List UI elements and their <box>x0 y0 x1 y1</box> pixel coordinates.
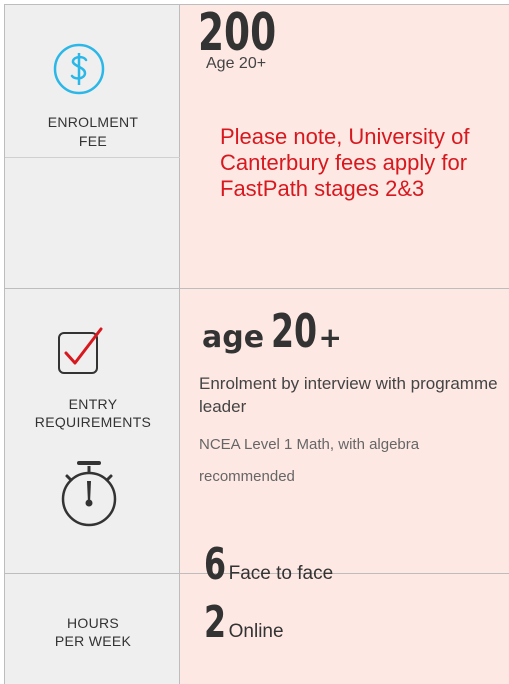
entry-age-word: age <box>202 320 265 355</box>
entry-age-plus: + <box>318 321 343 354</box>
entry-interview-text: Enrolment by interview with programme le… <box>199 374 498 416</box>
enrolment-fee-age: Age 20+ <box>206 55 267 72</box>
entry-ncea-line2: recommended <box>199 468 295 485</box>
enrolment-fee-label-line2: FEE <box>78 133 108 149</box>
entry-ncea-line1: NCEA Level 1 Math, with algebra <box>199 436 420 453</box>
dollar-circle-icon <box>53 43 105 95</box>
online-hours: 2 <box>204 597 227 648</box>
label-divider <box>5 157 181 158</box>
entry-requirements-label-cell: ENTRY REQUIREMENTS <box>4 289 180 573</box>
entry-requirements-label-line1: ENTRY <box>68 396 118 412</box>
entry-requirements-label-line2: REQUIREMENTS <box>34 414 152 430</box>
entry-requirements-value-cell: age 20+ Enrolment by interview with prog… <box>180 289 509 573</box>
enrolment-fee-value-cell: 200 Age 20+ Please note, University of C… <box>180 5 509 288</box>
enrolment-fee-label-cell: ENROLMENT FEE <box>4 5 181 288</box>
online-label: Online <box>228 621 284 642</box>
enrolment-fee-note: Please note, University of Canterbury fe… <box>220 124 470 201</box>
stopwatch-icon <box>61 461 117 527</box>
entry-requirements-row: ENTRY REQUIREMENTS age 20+ Enrolment by … <box>4 289 509 574</box>
hours-label-line1: HOURS <box>66 615 120 631</box>
course-info-table: ENROLMENT FEE 200 Age 20+ Please note, U… <box>4 4 509 684</box>
hours-value-cell: 6 Face to face 2 Online <box>180 540 509 684</box>
enrolment-fee-row: ENROLMENT FEE 200 Age 20+ Please note, U… <box>4 5 509 289</box>
enrolment-fee-amount: 200 <box>198 3 277 63</box>
checkbox-icon <box>58 327 103 374</box>
entry-age-number: 20 <box>270 304 317 358</box>
enrolment-fee-label-line1: ENROLMENT <box>47 114 139 130</box>
face-to-face-label: Face to face <box>228 563 334 584</box>
face-to-face-hours: 6 <box>204 539 227 590</box>
hours-label-cell: HOURS PER WEEK <box>4 574 180 684</box>
hours-row: HOURS PER WEEK 6 Face to face 2 Online <box>4 540 509 684</box>
hours-label-line2: PER WEEK <box>54 633 132 649</box>
